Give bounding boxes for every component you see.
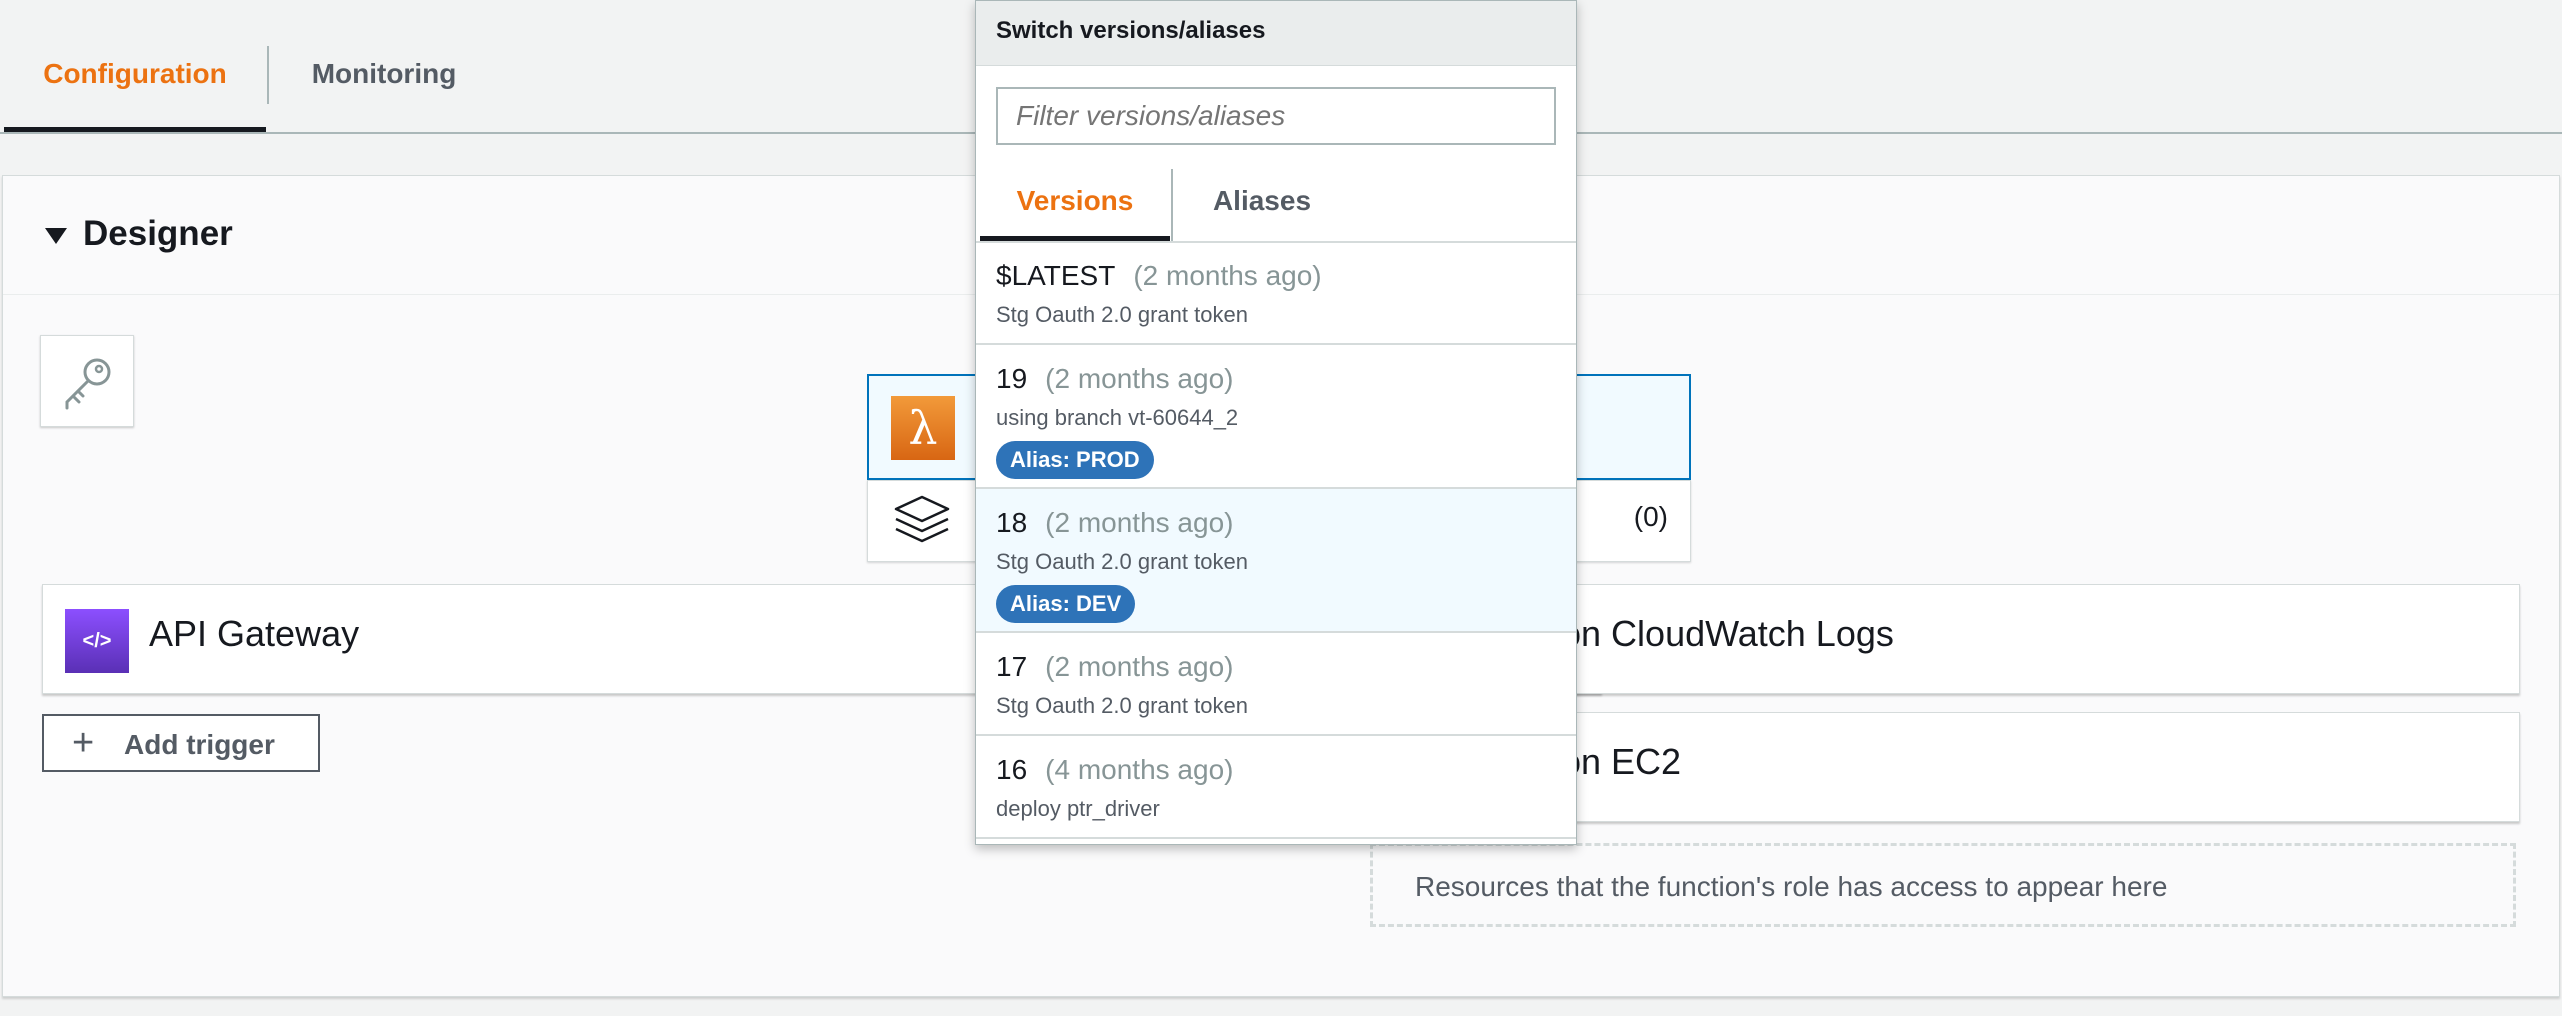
version-item[interactable]: $LATEST (2 months ago) Stg Oauth 2.0 gran… [976, 242, 1576, 345]
versions-list: $LATEST (2 months ago) Stg Oauth 2.0 gran… [976, 242, 1576, 839]
tab-monitoring[interactable]: Monitoring [268, 0, 500, 132]
version-item[interactable]: 16 (4 months ago) deploy ptr_driver [976, 736, 1576, 839]
tab-configuration[interactable]: Configuration [4, 0, 266, 132]
version-description: Stg Oauth 2.0 grant token [996, 693, 1248, 718]
version-age: (2 months ago) [1045, 507, 1234, 538]
switch-versions-dropdown: Switch versions/aliases Versions Aliases… [975, 0, 1577, 845]
key-icon [65, 358, 111, 410]
version-age: (2 months ago) [1045, 363, 1234, 394]
layers-icon [894, 495, 950, 543]
version-number: $LATEST [996, 260, 1116, 291]
version-item[interactable]: 18 (2 months ago) Stg Oauth 2.0 grant tok… [976, 489, 1576, 633]
version-age: (4 months ago) [1045, 754, 1234, 785]
caret-down-icon[interactable] [45, 228, 67, 244]
resources-placeholder: Resources that the function's role has a… [1370, 843, 2516, 927]
tab-versions[interactable]: Versions [980, 169, 1170, 241]
add-trigger-label: Add trigger [124, 729, 275, 760]
tab-aliases[interactable]: Aliases [1172, 169, 1352, 241]
version-number: 16 [996, 754, 1028, 785]
designer-title: Designer [83, 214, 233, 253]
trigger-label: API Gateway [149, 613, 360, 654]
layers-count: (0) [1633, 501, 1668, 532]
version-description: deploy ptr_driver [996, 796, 1160, 821]
lambda-icon: λ [891, 396, 955, 460]
permissions-button[interactable] [40, 335, 134, 427]
version-number: 19 [996, 363, 1028, 394]
resources-hint: Resources that the function's role has a… [1415, 871, 2168, 902]
version-description: Stg Oauth 2.0 grant token [996, 302, 1248, 327]
version-description: using branch vt-60644_2 [996, 405, 1239, 430]
destination-label: on EC2 [1561, 741, 1682, 782]
dropdown-title: Switch versions/aliases [996, 17, 1266, 44]
api-gateway-icon: </> [65, 609, 129, 673]
version-item[interactable]: 17 (2 months ago) Stg Oauth 2.0 grant tok… [976, 633, 1576, 736]
filter-versions-input[interactable] [996, 87, 1556, 145]
add-trigger-button[interactable]: + Add trigger [42, 714, 320, 772]
alias-badge: Alias: PROD [996, 441, 1154, 479]
dropdown-header: Switch versions/aliases [976, 1, 1576, 66]
version-number: 17 [996, 651, 1028, 682]
version-age: (2 months ago) [1133, 260, 1322, 291]
destination-label: on CloudWatch Logs [1561, 613, 1894, 654]
version-description: Stg Oauth 2.0 grant token [996, 549, 1248, 574]
plus-icon: + [72, 722, 95, 764]
version-number: 18 [996, 507, 1028, 538]
version-age: (2 months ago) [1045, 651, 1234, 682]
version-item[interactable]: 19 (2 months ago) using branch vt-60644_2… [976, 345, 1576, 489]
dropdown-tabs: Versions Aliases [976, 169, 1576, 243]
alias-badge: Alias: DEV [996, 585, 1136, 623]
